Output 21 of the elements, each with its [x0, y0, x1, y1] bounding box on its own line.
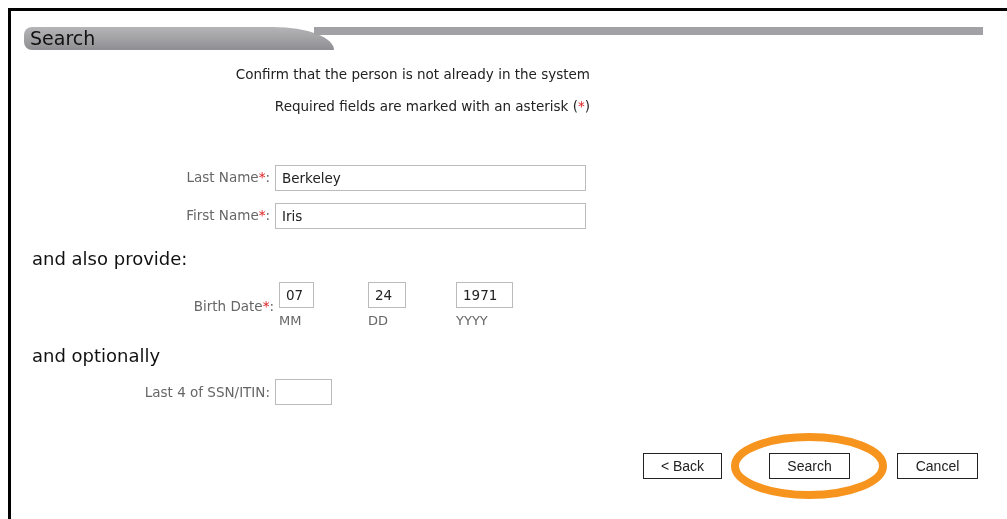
date-field[interactable]: 07	[279, 281, 314, 308]
section-header: Search	[24, 27, 334, 50]
text-field[interactable]: Berkeley	[275, 164, 586, 191]
section-subheading: and also provide:	[32, 246, 189, 271]
field-caption: DD	[368, 311, 390, 330]
date-field[interactable]: 1971	[456, 281, 513, 308]
text-field[interactable]: Iris	[275, 202, 586, 229]
field-label: Birth Date*:	[192, 296, 275, 316]
field-label: Last Name*:	[185, 168, 271, 188]
section-subheading: and optionally	[32, 344, 162, 368]
required-note: Required fields are marked with an asterisk (*)	[273, 97, 590, 117]
instruction-text: Confirm that the person is not already in the system	[234, 65, 590, 84]
form-button[interactable]: < Back	[643, 453, 722, 479]
form-button[interactable]: Cancel	[897, 453, 978, 479]
form-button[interactable]: Search	[769, 453, 850, 479]
field-label: First Name*:	[185, 206, 271, 226]
field-caption: MM	[279, 311, 303, 330]
text-field[interactable]	[275, 379, 332, 405]
field-label: Last 4 of SSN/ITIN:	[143, 382, 271, 402]
date-field[interactable]: 24	[368, 281, 406, 308]
field-caption: YYYY	[456, 311, 489, 330]
